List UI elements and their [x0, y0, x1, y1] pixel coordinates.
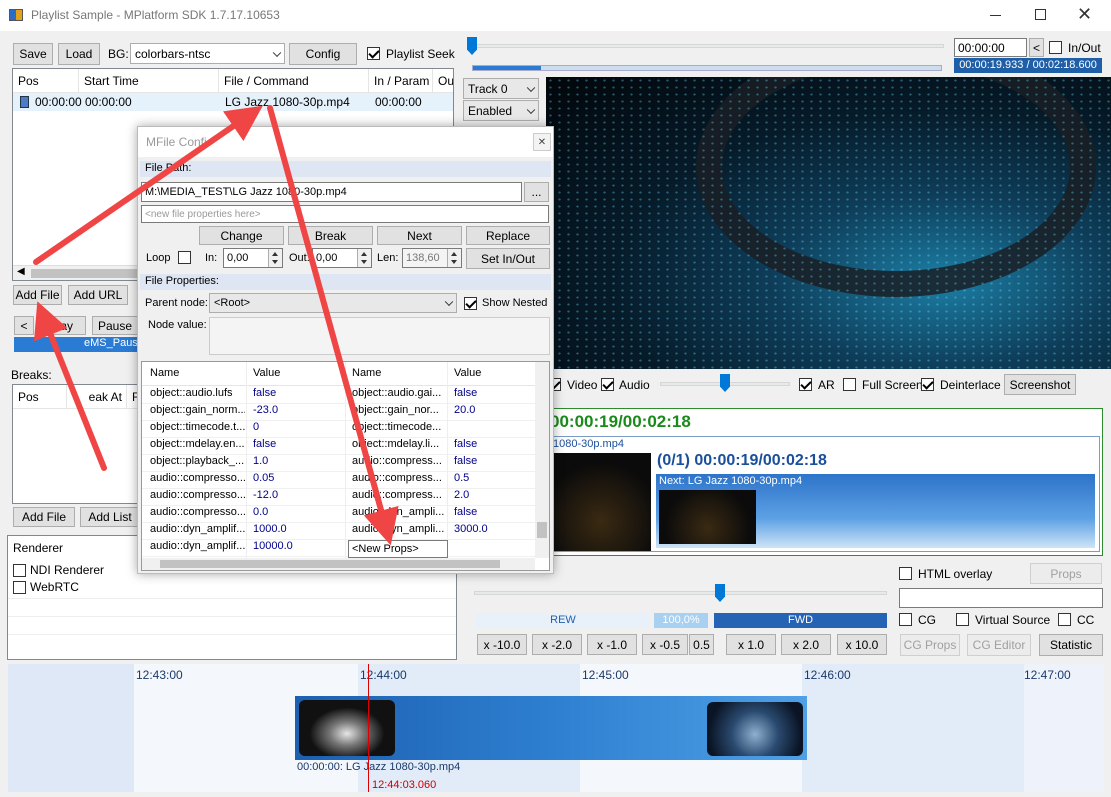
- arrow-to-file: [33, 105, 263, 265]
- arrow-to-new-props: [267, 105, 399, 546]
- arrow-to-add-file: [33, 301, 107, 471]
- annotation-arrows: [33, 105, 399, 546]
